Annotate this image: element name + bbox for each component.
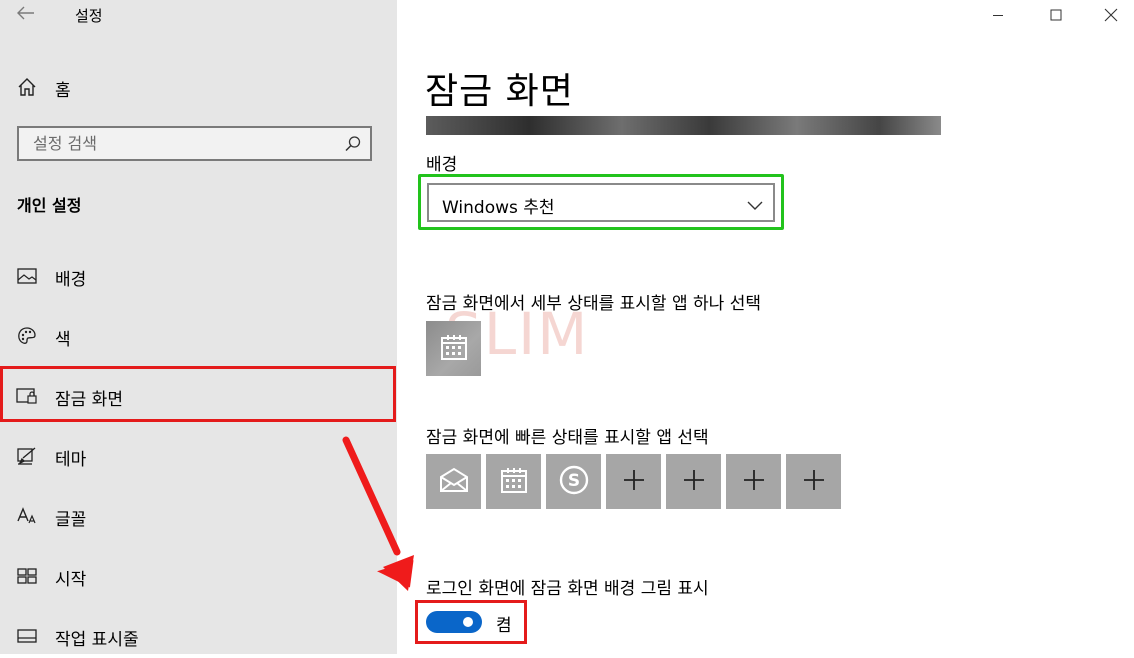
quick-status-tile-skype[interactable]: S bbox=[546, 454, 601, 509]
sidebar: 설정 홈 개인 설정 배경 색 잠금 화면 bbox=[0, 0, 397, 654]
close-icon[interactable] bbox=[1088, 0, 1134, 30]
sidebar-item-home[interactable]: 홈 bbox=[0, 68, 397, 106]
sidebar-item-fonts[interactable]: 글꼴 bbox=[0, 494, 397, 538]
sidebar-item-colors[interactable]: 색 bbox=[0, 314, 397, 358]
minimize-icon[interactable] bbox=[975, 0, 1021, 30]
section-header-personalization: 개인 설정 bbox=[17, 196, 82, 215]
sidebar-item-label: 시작 bbox=[55, 570, 87, 590]
font-icon bbox=[16, 505, 38, 527]
sidebar-item-themes[interactable]: 테마 bbox=[0, 434, 397, 478]
plus-icon bbox=[803, 469, 825, 495]
plus-icon bbox=[683, 469, 705, 495]
search-icon[interactable] bbox=[344, 135, 362, 153]
lock-screen-preview-image bbox=[426, 116, 941, 135]
back-arrow-icon[interactable] bbox=[14, 4, 38, 26]
svg-text:S: S bbox=[567, 471, 579, 491]
sidebar-item-label: 색 bbox=[55, 330, 71, 350]
detailed-status-app-tile[interactable] bbox=[426, 321, 481, 376]
plus-icon bbox=[623, 469, 645, 495]
sidebar-item-taskbar[interactable]: 작업 표시줄 bbox=[0, 614, 397, 658]
app-title: 설정 bbox=[75, 7, 103, 25]
sidebar-item-label: 배경 bbox=[55, 270, 87, 290]
toggle-state-label: 켬 bbox=[496, 616, 512, 636]
calendar-icon bbox=[440, 333, 468, 365]
quick-status-tile-mail[interactable] bbox=[426, 454, 481, 509]
chevron-down-icon bbox=[747, 196, 763, 210]
page-title: 잠금 화면 bbox=[425, 71, 574, 112]
signin-background-label: 로그인 화면에 잠금 화면 배경 그림 표시 bbox=[426, 579, 709, 599]
settings-search-box[interactable] bbox=[17, 126, 372, 161]
skype-icon: S bbox=[558, 464, 590, 500]
quick-status-label: 잠금 화면에 빠른 상태를 표시할 앱 선택 bbox=[426, 428, 709, 448]
plus-icon bbox=[743, 469, 765, 495]
theme-brush-icon bbox=[16, 445, 38, 467]
search-input[interactable] bbox=[19, 128, 353, 159]
picture-icon bbox=[16, 265, 38, 287]
maximize-icon[interactable] bbox=[1033, 0, 1079, 30]
calendar-icon bbox=[500, 466, 528, 498]
sidebar-item-label: 글꼴 bbox=[55, 510, 87, 530]
sidebar-item-label: 테마 bbox=[55, 450, 87, 470]
quick-status-tile-add-3[interactable] bbox=[726, 454, 781, 509]
quick-status-tile-calendar[interactable] bbox=[486, 454, 541, 509]
sidebar-item-start[interactable]: 시작 bbox=[0, 554, 397, 598]
sidebar-item-background[interactable]: 배경 bbox=[0, 254, 397, 298]
sidebar-item-label: 작업 표시줄 bbox=[55, 630, 139, 650]
taskbar-icon bbox=[16, 625, 38, 647]
quick-status-tile-add-1[interactable] bbox=[606, 454, 661, 509]
toggle-knob bbox=[463, 617, 473, 627]
lock-screen-red-highlight bbox=[0, 366, 396, 422]
background-label: 배경 bbox=[426, 155, 458, 175]
home-label: 홈 bbox=[55, 81, 71, 101]
home-icon bbox=[16, 76, 38, 98]
mail-icon bbox=[439, 467, 469, 497]
background-dropdown-value: Windows 추천 bbox=[442, 198, 555, 218]
start-icon bbox=[16, 565, 38, 587]
quick-status-tile-add-4[interactable] bbox=[786, 454, 841, 509]
quick-status-tile-add-2[interactable] bbox=[666, 454, 721, 509]
background-dropdown[interactable]: Windows 추천 bbox=[427, 183, 775, 222]
signin-background-toggle[interactable] bbox=[426, 611, 482, 633]
palette-icon bbox=[16, 325, 38, 347]
